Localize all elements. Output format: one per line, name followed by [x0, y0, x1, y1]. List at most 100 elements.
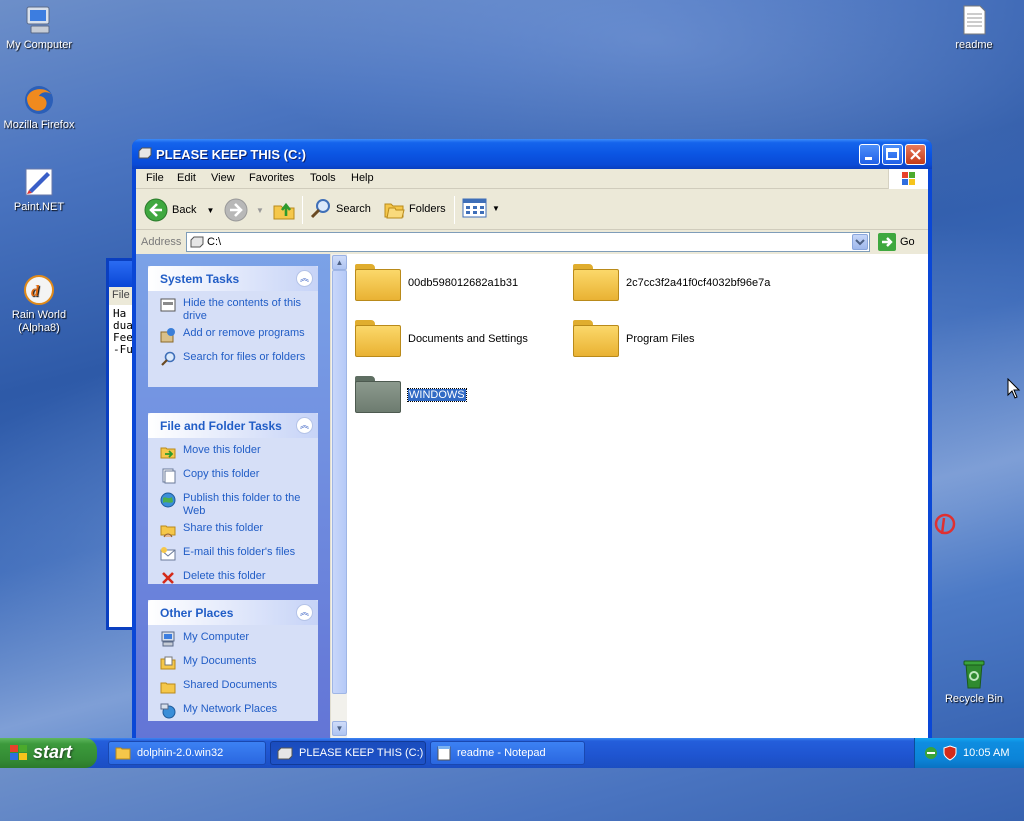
views-button[interactable]: ▼	[462, 198, 500, 218]
collapse-chevron-icon[interactable]: ︽	[296, 604, 313, 621]
text-file-icon	[958, 4, 990, 36]
vertical-scrollbar[interactable]: ▲ ▼	[330, 254, 347, 738]
menu-file[interactable]: File	[146, 172, 164, 184]
task-move-folder[interactable]: Move this folder	[148, 444, 318, 464]
other-places-title: Other Places	[160, 606, 234, 620]
taskbar-item-explorer[interactable]: PLEASE KEEP THIS (C:)	[270, 741, 426, 765]
email-icon	[160, 546, 176, 562]
up-folder-button[interactable]	[272, 198, 296, 222]
folder-icon	[573, 320, 619, 358]
chevron-down-icon	[855, 239, 865, 246]
menu-edit[interactable]: Edit	[177, 172, 196, 184]
desktop-icon-my-computer[interactable]: My Computer	[0, 4, 78, 52]
forward-arrow-icon	[224, 198, 248, 222]
explorer-window[interactable]: PLEASE KEEP THIS (C:) File Edit View Fav…	[132, 139, 932, 738]
forward-button[interactable]: ▼	[224, 198, 264, 222]
my-computer-icon	[160, 631, 176, 647]
task-copy-folder[interactable]: Copy this folder	[148, 468, 318, 488]
menu-view[interactable]: View	[211, 172, 235, 184]
task-publish-folder-web[interactable]: Publish this folder to the Web	[148, 492, 318, 518]
task-delete-folder[interactable]: Delete this folder	[148, 570, 318, 590]
forward-dropdown-icon: ▼	[256, 205, 264, 215]
folder-item[interactable]: 00db598012682a1b31	[355, 264, 518, 302]
go-arrow-icon	[878, 233, 896, 251]
folder-icon	[115, 747, 131, 760]
place-my-computer[interactable]: My Computer	[148, 631, 318, 651]
clock[interactable]: 10:05 AM	[963, 747, 1009, 759]
desktop-icon-rain-world[interactable]: d Rain World (Alpha8)	[0, 248, 78, 348]
start-button[interactable]: start	[0, 738, 97, 768]
windows-flag-logo	[888, 169, 928, 189]
content-area: System Tasks ︽ Hide the contents of this…	[136, 254, 928, 738]
up-folder-icon	[273, 202, 295, 220]
back-label: Back	[172, 204, 197, 216]
task-hide-drive-contents[interactable]: Hide the contents of this drive	[148, 297, 318, 323]
go-label: Go	[900, 236, 915, 248]
scroll-up-arrow-icon[interactable]: ▲	[332, 255, 347, 270]
scrollbar-thumb[interactable]	[332, 270, 347, 694]
task-share-folder[interactable]: Share this folder	[148, 522, 318, 542]
back-dropdown-icon[interactable]: ▼	[206, 206, 214, 215]
desktop-icon-label: readme	[955, 39, 993, 51]
place-my-documents[interactable]: My Documents	[148, 655, 318, 675]
menu-help[interactable]: Help	[351, 172, 374, 184]
desktop-icon-firefox[interactable]: Mozilla Firefox	[0, 84, 78, 132]
task-add-remove-programs[interactable]: Add or remove programs	[148, 327, 318, 347]
search-button[interactable]: Search	[310, 198, 371, 220]
folder-name: 2c7cc3f2a41f0cf4032bf96e7a	[626, 277, 771, 289]
close-button[interactable]	[905, 144, 926, 165]
folders-button[interactable]: Folders	[383, 198, 446, 220]
minimize-icon	[865, 157, 872, 160]
desktop-icon-label: Recycle Bin	[944, 693, 1004, 705]
folder-icon	[573, 264, 619, 302]
back-button[interactable]: Back ▼	[144, 198, 214, 222]
drive-icon	[190, 236, 204, 248]
views-dropdown-icon: ▼	[492, 203, 500, 213]
place-shared-documents[interactable]: Shared Documents	[148, 679, 318, 699]
folders-icon	[384, 203, 405, 219]
folders-label: Folders	[409, 203, 446, 215]
window-titlebar[interactable]: PLEASE KEEP THIS (C:)	[132, 139, 932, 169]
file-folder-tasks-panel: File and Folder Tasks ︽ Move this folder…	[148, 413, 318, 584]
taskbar-item-notepad[interactable]: readme - Notepad	[430, 741, 585, 765]
move-folder-icon	[160, 444, 176, 460]
collapse-chevron-icon[interactable]: ︽	[296, 417, 313, 434]
desktop-icon-recycle-bin[interactable]: Recycle Bin	[935, 658, 1013, 706]
taskbar-item-label: dolphin-2.0.win32	[137, 747, 224, 759]
network-tray-icon[interactable]	[923, 745, 939, 761]
system-tasks-header[interactable]: System Tasks ︽	[148, 266, 318, 291]
taskbar-item-dolphin[interactable]: dolphin-2.0.win32	[108, 741, 266, 765]
standard-toolbar: Back ▼ ▼ Search Folders ▼	[136, 190, 928, 230]
scroll-down-arrow-icon[interactable]: ▼	[332, 721, 347, 736]
task-search-files[interactable]: Search for files or folders	[148, 351, 318, 371]
task-email-folder-files[interactable]: E-mail this folder's files	[148, 546, 318, 566]
place-my-network-places[interactable]: My Network Places	[148, 703, 318, 723]
place-label: My Network Places	[183, 703, 278, 715]
folder-item[interactable]: Program Files	[573, 320, 694, 358]
desktop-icon-readme[interactable]: readme	[935, 4, 1013, 52]
minimize-button[interactable]	[859, 144, 880, 165]
drive-icon	[277, 747, 293, 760]
address-dropdown-button[interactable]	[852, 234, 868, 250]
menu-favorites[interactable]: Favorites	[249, 172, 294, 184]
desktop-icon-paint-net[interactable]: Paint.NET	[0, 166, 78, 214]
collapse-chevron-icon[interactable]: ︽	[296, 270, 313, 287]
task-label: E-mail this folder's files	[183, 546, 296, 558]
shared-documents-icon	[160, 679, 176, 695]
menu-tools[interactable]: Tools	[310, 172, 336, 184]
folder-item-selected[interactable]: WINDOWS	[355, 376, 467, 414]
file-folder-tasks-header[interactable]: File and Folder Tasks ︽	[148, 413, 318, 438]
copy-icon	[160, 468, 176, 484]
system-tray: 10:05 AM	[914, 738, 1024, 768]
maximize-button[interactable]	[882, 144, 903, 165]
maximize-icon	[886, 148, 899, 160]
other-places-header[interactable]: Other Places ︽	[148, 600, 318, 625]
go-button[interactable]: Go	[878, 233, 915, 251]
folder-name: 00db598012682a1b31	[408, 277, 519, 289]
task-pane: System Tasks ︽ Hide the contents of this…	[136, 254, 330, 738]
address-input[interactable]: C:\	[186, 232, 870, 252]
taskbar: start dolphin-2.0.win32 PLEASE KEEP THIS…	[0, 738, 1024, 768]
folder-item[interactable]: Documents and Settings	[355, 320, 528, 358]
security-shield-icon[interactable]	[942, 745, 958, 761]
folder-item[interactable]: 2c7cc3f2a41f0cf4032bf96e7a	[573, 264, 770, 302]
